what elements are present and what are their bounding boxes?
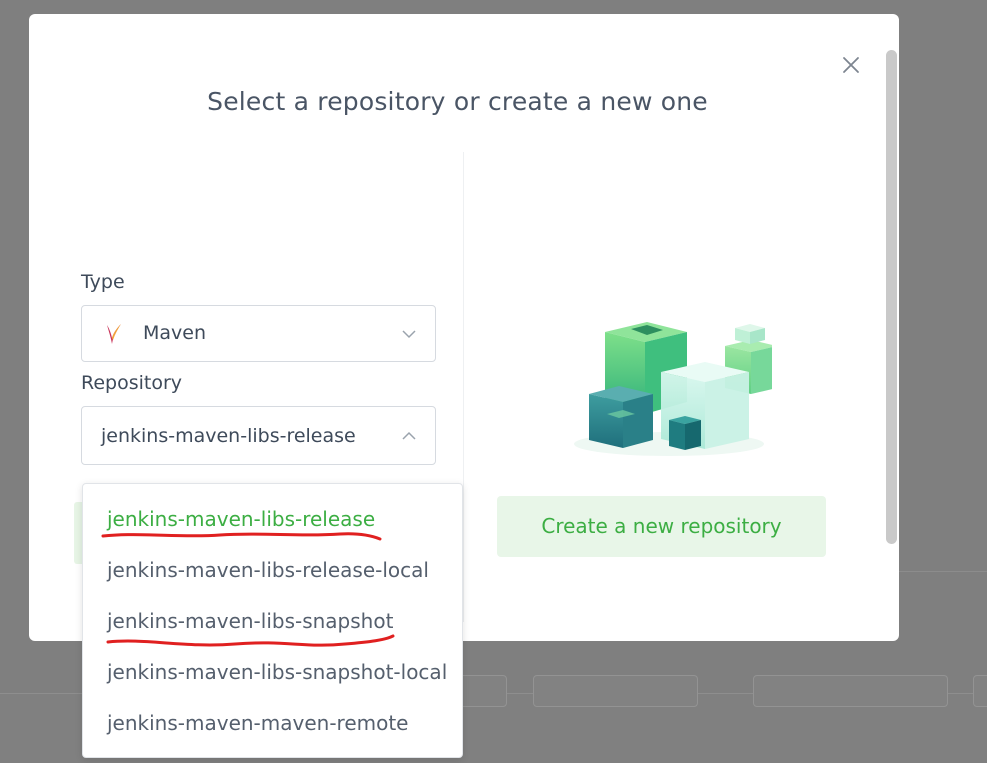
repository-label: Repository (81, 372, 183, 394)
chevron-up-icon (401, 428, 417, 444)
type-label: Type (81, 271, 125, 293)
background-card (533, 675, 698, 707)
modal-scrollbar[interactable] (886, 50, 897, 544)
dropdown-option[interactable]: jenkins-maven-libs-snapshot (107, 609, 393, 633)
dropdown-option[interactable]: jenkins-maven-libs-release (107, 507, 375, 531)
maven-icon (104, 322, 124, 346)
repository-value: jenkins-maven-libs-release (101, 425, 356, 447)
type-value: Maven (143, 322, 207, 344)
modal-title: Select a repository or create a new one (207, 87, 708, 116)
dropdown-option[interactable]: jenkins-maven-libs-release-local (107, 558, 429, 582)
cubes-illustration (557, 304, 772, 464)
dropdown-option[interactable]: jenkins-maven-maven-remote (107, 711, 408, 735)
close-icon (843, 57, 859, 73)
background-card (753, 675, 948, 707)
chevron-down-icon (401, 326, 417, 342)
panel-divider (463, 152, 464, 622)
dropdown-option[interactable]: jenkins-maven-libs-snapshot-local (107, 660, 447, 684)
close-button[interactable] (840, 54, 862, 76)
background-card (973, 675, 987, 707)
repository-select[interactable]: jenkins-maven-libs-release (81, 406, 436, 465)
type-select[interactable]: Maven (81, 305, 436, 362)
background-divider (899, 571, 987, 572)
create-repository-button[interactable]: Create a new repository (497, 496, 826, 557)
repository-dropdown: jenkins-maven-libs-release jenkins-maven… (82, 483, 463, 758)
